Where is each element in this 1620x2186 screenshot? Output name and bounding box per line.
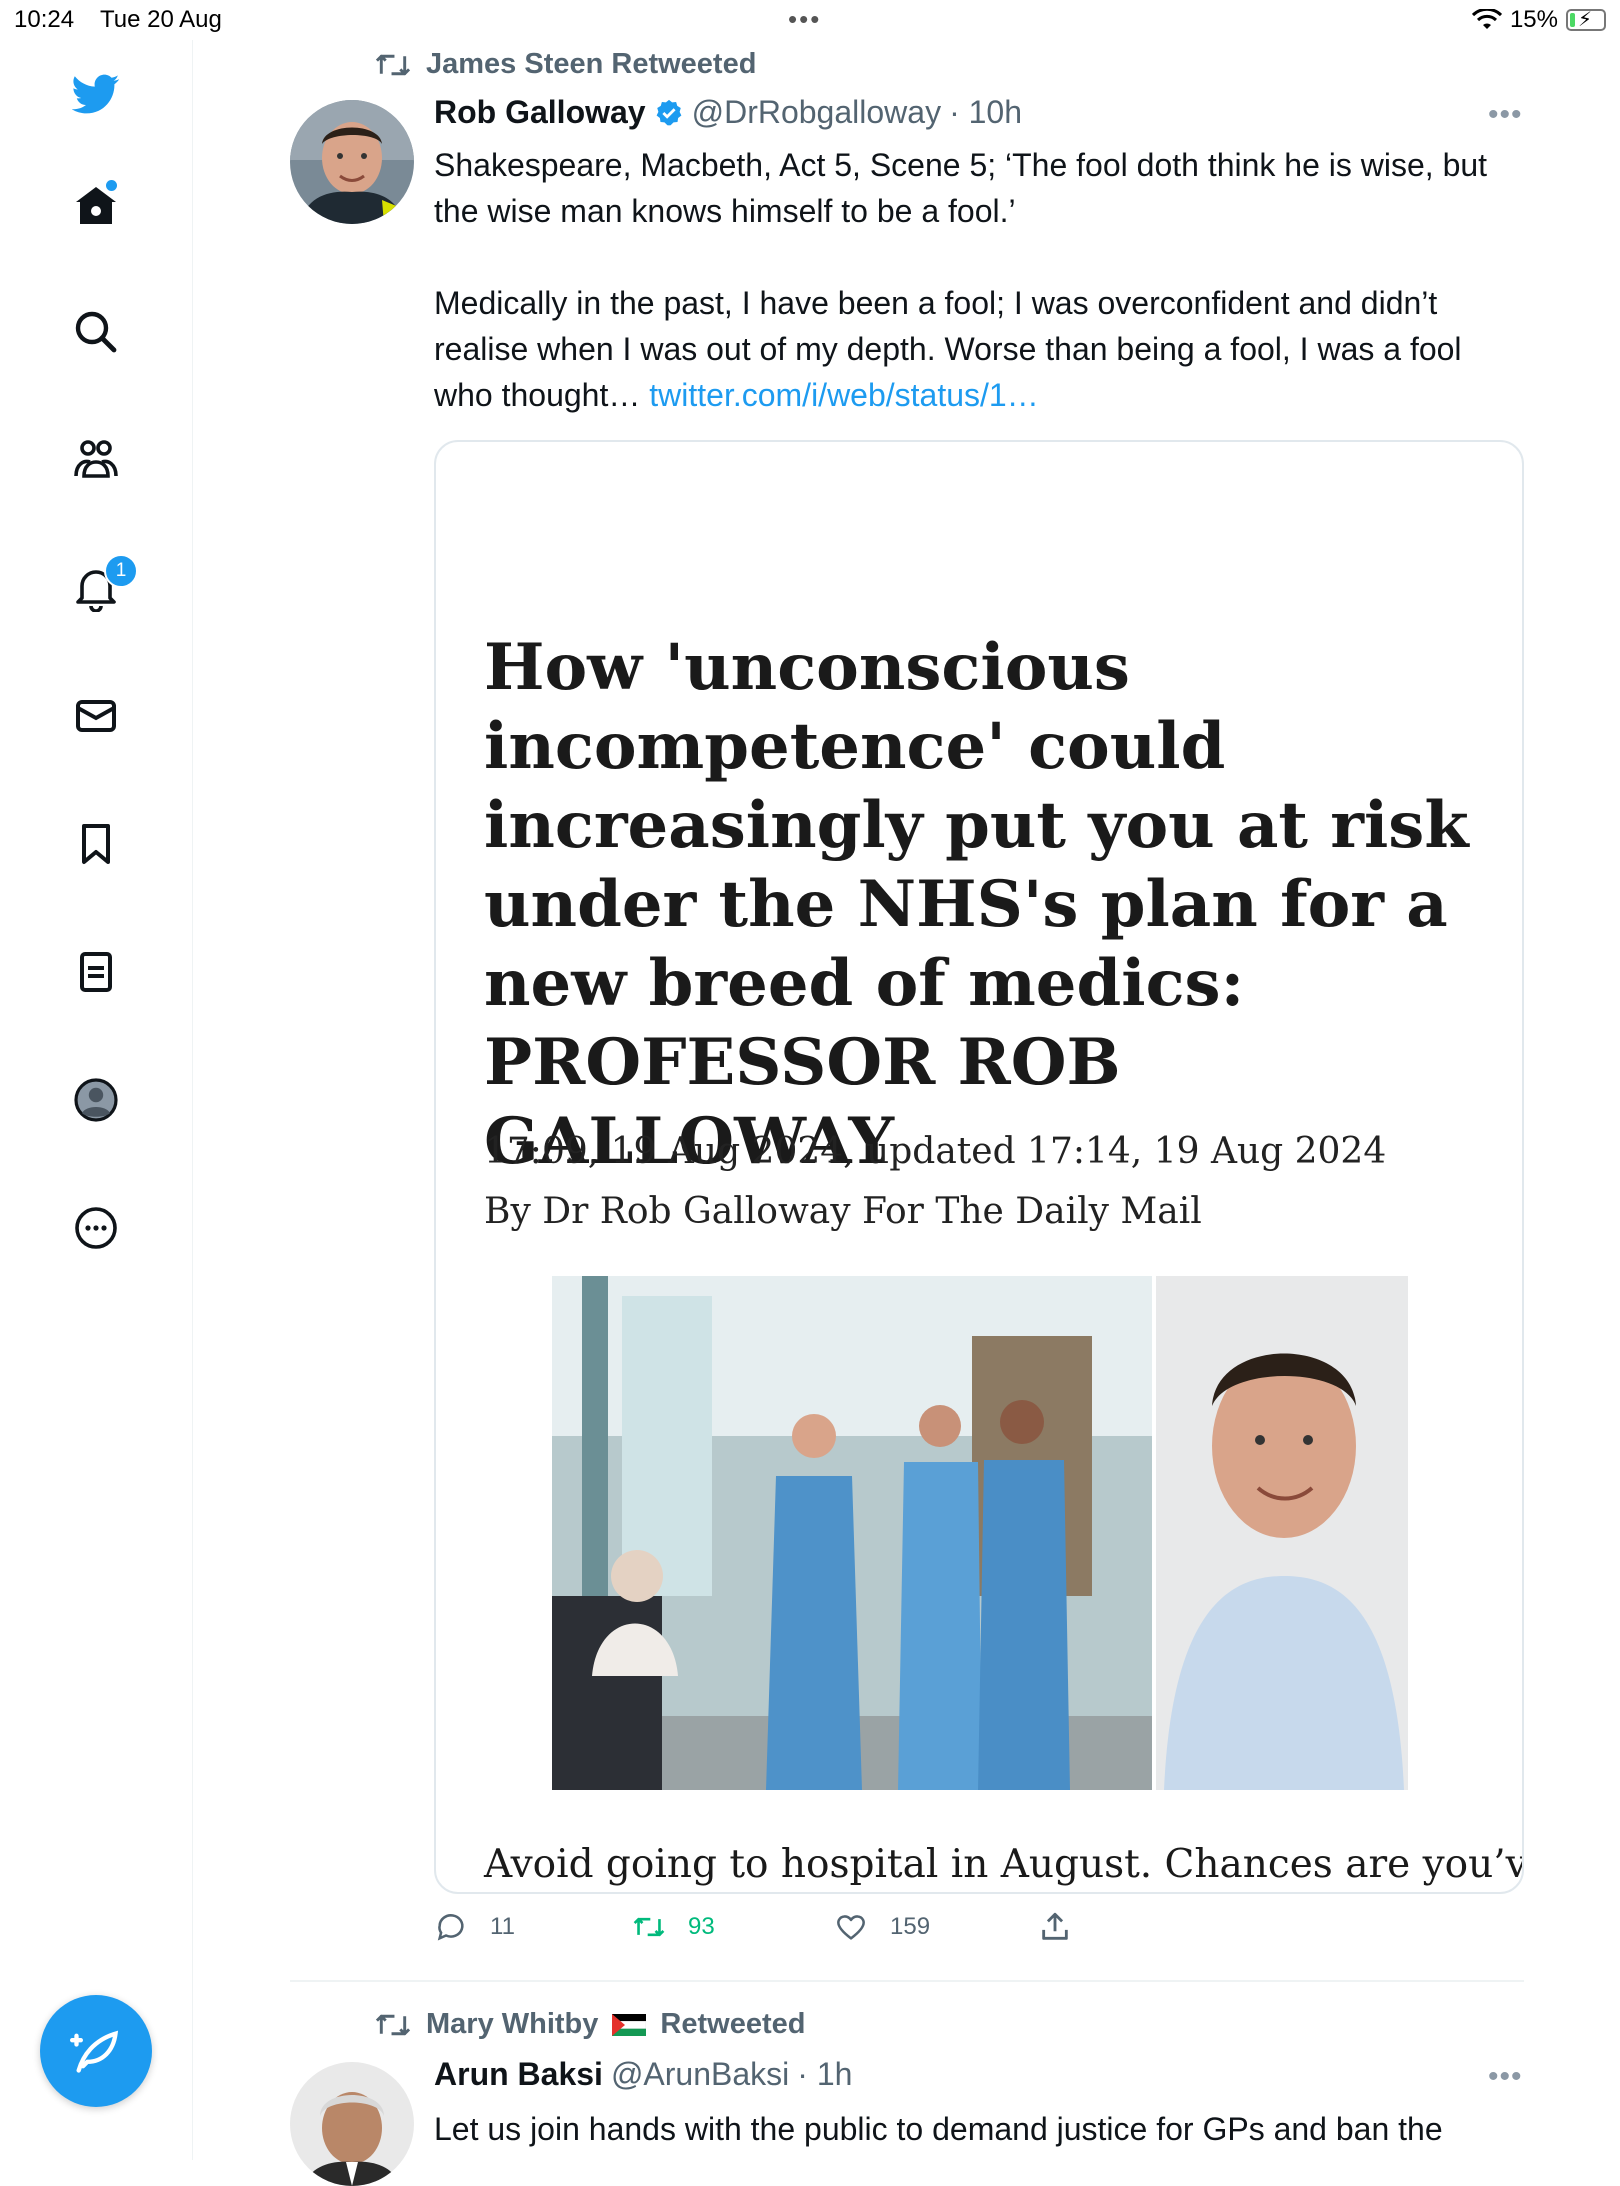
retweeted-by-suffix: Retweeted xyxy=(660,2008,806,2040)
heart-icon xyxy=(837,1915,865,1940)
retweet-context[interactable]: Mary Whitby Retweeted xyxy=(374,2008,805,2041)
retweeted-by-label: James Steen Retweeted xyxy=(426,48,757,80)
tweet-more-icon[interactable]: ••• xyxy=(1488,98,1523,132)
author-name[interactable]: Arun Baksi xyxy=(434,2056,603,2093)
notification-badge: 1 xyxy=(104,554,138,588)
profile-icon[interactable] xyxy=(68,1072,124,1128)
compose-tweet-button[interactable] xyxy=(40,1995,152,2107)
author-name[interactable]: Rob Galloway xyxy=(434,94,646,131)
article-title: How 'unconscious incompetence' could inc… xyxy=(484,630,1469,1179)
tweet-time[interactable]: · 1h xyxy=(797,2056,852,2093)
reply-icon xyxy=(437,1914,464,1941)
messages-icon[interactable] xyxy=(68,688,124,744)
tweet-header: Arun Baksi @ArunBaksi · 1h xyxy=(434,2056,852,2093)
compose-feather-icon xyxy=(70,2030,119,2073)
tweet-divider xyxy=(290,1980,1524,1982)
status-date: Tue 20 Aug xyxy=(100,6,222,33)
article-card[interactable]: How 'unconscious incompetence' could inc… xyxy=(434,440,1524,1894)
reply-button[interactable]: 11 xyxy=(434,1910,515,1944)
tweet-text: Let us join hands with the public to dem… xyxy=(434,2111,1443,2147)
share-icon xyxy=(1042,1912,1068,1940)
wifi-icon xyxy=(1471,9,1502,29)
multitasking-dots-icon[interactable]: ••• xyxy=(788,4,821,35)
retweeted-by-name: Mary Whitby xyxy=(426,2008,599,2040)
retweet-count: 93 xyxy=(688,1913,715,1940)
avatar[interactable] xyxy=(290,2062,414,2186)
like-button[interactable]: 159 xyxy=(834,1910,930,1944)
home-unread-dot xyxy=(106,180,117,191)
tweet-actions: 11 93 159 xyxy=(434,1908,1434,1952)
verified-badge-icon xyxy=(656,99,681,125)
palestine-flag-icon xyxy=(612,2013,647,2036)
search-icon[interactable] xyxy=(68,304,124,360)
more-options-icon[interactable] xyxy=(68,1200,124,1256)
article-image xyxy=(552,1276,1408,1790)
tweet-link[interactable]: twitter.com/i/web/status/1… xyxy=(649,377,1038,413)
tweet-text-paragraph: Shakespeare, Macbeth, Act 5, Scene 5; ‘T… xyxy=(434,147,1488,229)
retweet-context[interactable]: James Steen Retweeted xyxy=(374,48,756,81)
notifications-icon[interactable]: 1 xyxy=(68,554,138,616)
battery-icon: ⚡ xyxy=(1566,9,1606,31)
twitter-bird-icon[interactable] xyxy=(68,66,124,122)
retweet-button[interactable]: 93 xyxy=(632,1910,715,1944)
communities-icon[interactable] xyxy=(68,432,124,488)
tweet-header: Rob Galloway @DrRobgalloway · 10h xyxy=(434,94,1022,131)
retweet-icon xyxy=(375,2014,411,2035)
charging-bolt-icon: ⚡ xyxy=(1578,9,1593,31)
retweet-icon xyxy=(633,1917,665,1937)
lists-icon[interactable] xyxy=(68,944,124,1000)
tweet-time[interactable]: · 10h xyxy=(949,94,1022,131)
author-handle[interactable]: @DrRobgalloway xyxy=(692,94,941,131)
avatar-photo xyxy=(290,100,414,224)
like-count: 159 xyxy=(890,1913,931,1940)
status-indicators: 15% ⚡ xyxy=(1471,6,1606,34)
tweet-text: Shakespeare, Macbeth, Act 5, Scene 5; ‘T… xyxy=(434,142,1524,418)
reply-count: 11 xyxy=(490,1913,515,1940)
battery-percent: 15% xyxy=(1509,6,1558,33)
sidebar-nav: 1 xyxy=(0,40,193,2160)
status-time: 10:24 xyxy=(14,6,75,33)
tweet-more-icon[interactable]: ••• xyxy=(1488,2060,1523,2094)
retweet-icon xyxy=(375,54,411,75)
battery-level xyxy=(1570,13,1576,27)
avatar-photo xyxy=(290,2062,414,2186)
article-excerpt: Avoid going to hospital in August. Chanc… xyxy=(484,1842,1524,1887)
home-icon[interactable] xyxy=(68,178,124,234)
share-button[interactable] xyxy=(1038,1910,1072,1944)
author-handle[interactable]: @ArunBaksi xyxy=(611,2056,789,2093)
avatar[interactable] xyxy=(290,100,414,224)
bookmarks-icon[interactable] xyxy=(68,816,124,872)
status-bar: 10:24 Tue 20 Aug ••• 15% ⚡ xyxy=(0,0,1620,40)
article-byline: 17:09, 19 Aug 2024, updated 17:14, 19 Au… xyxy=(484,1131,1387,1232)
